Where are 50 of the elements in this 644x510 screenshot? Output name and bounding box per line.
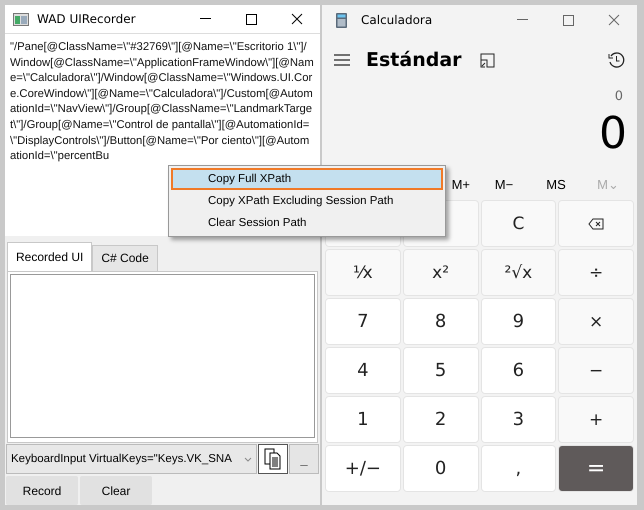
calculator-key[interactable]: C [480,200,556,247]
menu-icon[interactable] [334,54,350,66]
calculator-key[interactable]: , [480,445,556,492]
calculator-key[interactable]: 1 [325,396,401,443]
copy-button[interactable] [258,444,288,474]
action-button[interactable]: Clear [80,476,152,505]
calculator-key[interactable]: 5 [402,347,478,394]
window-title: Calculadora [361,13,434,27]
calculator-key[interactable]: 2 [402,396,478,443]
calculator-key[interactable]: = [558,445,634,492]
calculator-key[interactable]: + [558,396,634,443]
maximize-icon [246,14,256,24]
calculator-key[interactable]: 9 [480,298,556,345]
calculator-key[interactable]: ÷ [558,249,634,296]
close-icon [608,14,620,26]
backspace-icon [588,218,604,230]
calculator-key[interactable]: x² [402,249,478,296]
minus-button[interactable]: _ [289,444,319,474]
expression-text: 0 [614,89,623,104]
calculator-icon [336,12,347,28]
tab[interactable]: Recorded UI [7,242,92,271]
calculator-key[interactable]: ¹⁄x [325,249,401,296]
calculator-key[interactable]: 0 [402,445,478,492]
maximize-icon [562,14,574,26]
memory-button[interactable]: M− [478,170,530,198]
menu-item[interactable]: Copy Full XPath [171,168,443,190]
mode-title: Estándar [366,49,462,71]
window-title: WAD UIRecorder [37,12,137,26]
calculator-key[interactable]: 8 [402,298,478,345]
calculator-key[interactable]: 6 [480,347,556,394]
close-icon [291,13,303,25]
app-icon [13,12,29,26]
minimize-icon [200,18,210,20]
action-dropdown[interactable]: KeyboardInput VirtualKeys="Keys.VK_SNA [6,444,257,474]
keep-on-top-icon[interactable] [480,52,495,68]
calculator-key[interactable]: ²√x [480,249,556,296]
calculator-key[interactable]: 3 [480,396,556,443]
minimize-icon [516,19,528,21]
calculator-key[interactable]: × [558,298,634,345]
calculator-key[interactable]: 4 [325,347,401,394]
memory-button[interactable]: MS [530,170,582,198]
history-icon[interactable] [608,52,625,68]
chevron-down-icon [244,456,252,462]
display-value: 0 [599,108,627,159]
calculator-key[interactable]: − [558,347,634,394]
calculator-key[interactable]: +/− [325,445,401,492]
calculator-key[interactable]: 7 [325,298,401,345]
document-icon [264,448,282,470]
tab[interactable]: C# Code [92,244,158,271]
action-button[interactable]: Record [6,476,78,505]
